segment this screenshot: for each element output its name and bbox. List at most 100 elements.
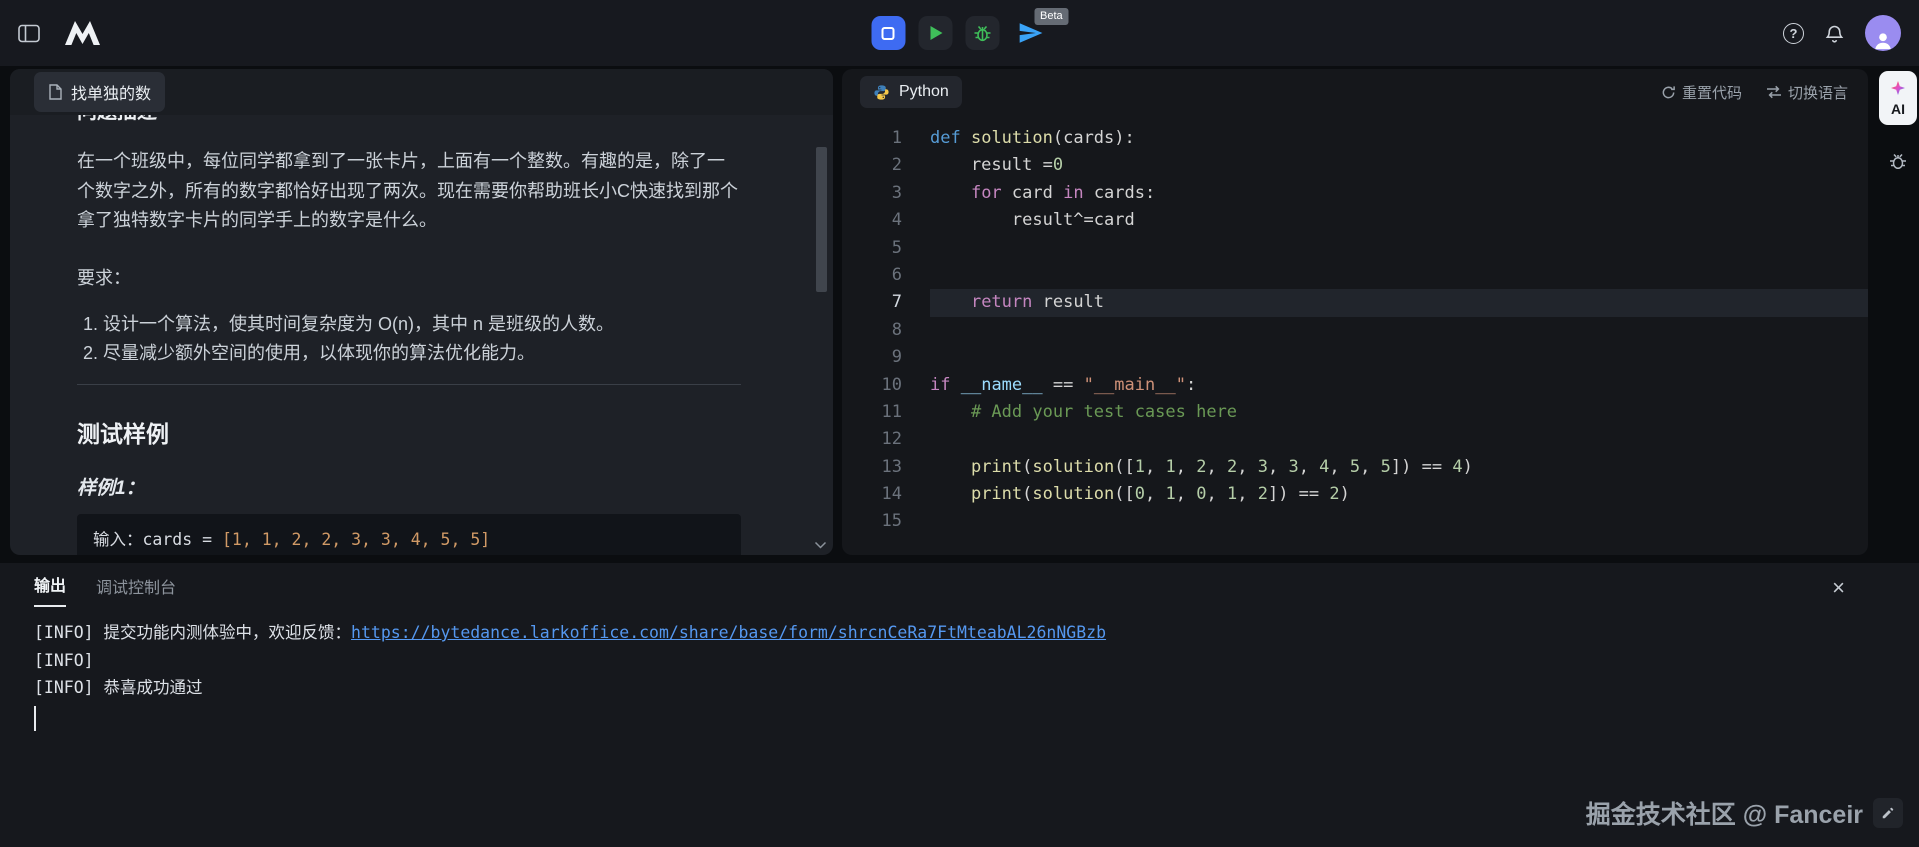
code-text: for card in cards:	[930, 180, 1868, 207]
code-line-12[interactable]: 12	[842, 426, 1868, 453]
document-icon	[48, 84, 62, 100]
text-cursor	[34, 706, 36, 731]
divider	[77, 384, 741, 385]
sample-input-line: 输入：cards = [1, 1, 2, 2, 3, 3, 4, 5, 5]	[93, 526, 725, 553]
sample-output-line: 输出：4	[93, 553, 725, 556]
code-text: return result	[930, 289, 1868, 316]
code-line-4[interactable]: 4 result^=card	[842, 207, 1868, 234]
requirements-list: 设计一个算法，使其时间复杂度为 O(n)，其中 n 是班级的人数。尽量减少额外空…	[77, 310, 741, 368]
code-line-14[interactable]: 14 print(solution([0, 1, 0, 1, 2]) == 2)	[842, 481, 1868, 508]
code-line-9[interactable]: 9	[842, 344, 1868, 371]
code-text	[930, 344, 1868, 371]
problem-content[interactable]: 问题描述 在一个班级中，每位同学都拿到了一张卡片，上面有一个整数。有趣的是，除了…	[10, 115, 833, 555]
help-icon[interactable]: ?	[1783, 23, 1804, 44]
tab-output[interactable]: 输出	[34, 572, 66, 607]
feedback-link[interactable]: https://bytedance.larkoffice.com/share/b…	[351, 623, 1106, 642]
person-icon	[1871, 29, 1895, 51]
notifications-bell-icon[interactable]	[1824, 23, 1845, 44]
problem-panel-header: 找单独的数	[10, 69, 833, 115]
line-number: 9	[842, 344, 902, 371]
line-number: 1	[842, 125, 902, 152]
debug-test-button[interactable]	[965, 16, 999, 50]
run-button[interactable]	[918, 16, 952, 50]
juejin-icon	[1873, 798, 1903, 828]
code-line-15[interactable]: 15	[842, 508, 1868, 535]
debug-tool-icon[interactable]	[1888, 151, 1908, 171]
ai-assistant-button[interactable]: AI	[1879, 71, 1917, 125]
square-icon	[882, 27, 895, 40]
build-button[interactable]	[871, 16, 905, 50]
code-line-8[interactable]: 8	[842, 317, 1868, 344]
code-text: result^=card	[930, 207, 1868, 234]
bug-icon	[972, 23, 992, 43]
close-icon[interactable]: ×	[1832, 577, 1845, 599]
line-number: 10	[842, 372, 902, 399]
marscode-logo[interactable]	[62, 19, 106, 47]
code-text	[930, 317, 1868, 344]
problem-tab-label: 找单独的数	[71, 80, 151, 104]
code-line-6[interactable]: 6	[842, 262, 1868, 289]
line-number: 11	[842, 399, 902, 426]
tab-debug-console[interactable]: 调试控制台	[96, 574, 176, 607]
code-editor-panel: Python 重置代码 切换语言 1def solution(cards):2 …	[842, 69, 1868, 555]
code-line-2[interactable]: 2 result =0	[842, 152, 1868, 179]
watermark-text: 掘金技术社区 @ Fanceir	[1586, 795, 1863, 831]
code-text: print(solution([0, 1, 0, 1, 2]) == 2)	[930, 481, 1868, 508]
code-text: # Add your test cases here	[930, 399, 1868, 426]
console-caret-line	[34, 702, 1919, 740]
line-number: 13	[842, 454, 902, 481]
code-text	[930, 426, 1868, 453]
switch-arrows-icon	[1766, 85, 1782, 99]
samples-heading: 测试样例	[77, 415, 741, 449]
topbar: Beta ?	[0, 0, 1919, 66]
reset-code-label: 重置代码	[1682, 82, 1742, 103]
beta-badge: Beta	[1034, 8, 1069, 25]
play-icon	[931, 26, 943, 40]
avatar[interactable]	[1865, 15, 1901, 51]
code-text	[930, 262, 1868, 289]
line-number: 7	[842, 289, 902, 316]
sample-code-block: 输入：cards = [1, 1, 2, 2, 3, 3, 4, 5, 5] 输…	[77, 514, 741, 556]
watermark: 掘金技术社区 @ Fanceir	[1586, 795, 1903, 831]
scrollbar-thumb[interactable]	[816, 147, 827, 292]
right-toolbar: AI	[1877, 71, 1919, 171]
code-line-1[interactable]: 1def solution(cards):	[842, 125, 1868, 152]
submit-button[interactable]: Beta	[1012, 16, 1048, 50]
line-number: 3	[842, 180, 902, 207]
code-line-7[interactable]: 7 return result	[842, 289, 1868, 316]
language-label: Python	[899, 83, 949, 101]
console-output[interactable]: [INFO] 提交功能内测体验中，欢迎反馈：https://bytedance.…	[0, 607, 1919, 739]
code-line-13[interactable]: 13 print(solution([1, 1, 2, 2, 3, 3, 4, …	[842, 454, 1868, 481]
line-number: 15	[842, 508, 902, 535]
console-tabs: 输出 调试控制台	[0, 563, 1919, 607]
line-number: 14	[842, 481, 902, 508]
line-number: 2	[842, 152, 902, 179]
code-text	[930, 508, 1868, 535]
line-number: 6	[842, 262, 902, 289]
editor-header: Python 重置代码 切换语言	[842, 69, 1868, 115]
line-number: 12	[842, 426, 902, 453]
requirements-label: 要求：	[77, 264, 741, 290]
code-text	[930, 235, 1868, 262]
switch-language-button[interactable]: 切换语言	[1766, 82, 1848, 103]
ai-label: AI	[1891, 101, 1905, 117]
code-line-3[interactable]: 3 for card in cards:	[842, 180, 1868, 207]
console-line: [INFO] 提交功能内测体验中，欢迎反馈：https://bytedance.…	[34, 619, 1919, 647]
sidebar-toggle-icon[interactable]	[18, 24, 40, 43]
language-selector[interactable]: Python	[860, 76, 962, 108]
problem-tab[interactable]: 找单独的数	[34, 72, 165, 112]
line-number: 8	[842, 317, 902, 344]
sample-input-value: [1, 1, 2, 2, 3, 3, 4, 5, 5]	[222, 530, 490, 549]
refresh-icon	[1661, 85, 1676, 100]
requirement-item: 设计一个算法，使其时间复杂度为 O(n)，其中 n 是班级的人数。	[103, 310, 741, 339]
code-line-5[interactable]: 5	[842, 235, 1868, 262]
sample1-label: 样例1：	[77, 473, 741, 500]
problem-description-heading: 问题描述	[77, 115, 741, 125]
code-line-10[interactable]: 10 if __name__ == "__main__":	[842, 372, 1868, 399]
code-area[interactable]: 1def solution(cards):2 result =03 for ca…	[842, 115, 1868, 536]
reset-code-button[interactable]: 重置代码	[1661, 82, 1742, 103]
chevron-down-icon[interactable]	[814, 541, 827, 550]
code-line-11[interactable]: 11 # Add your test cases here	[842, 399, 1868, 426]
line-number: 4	[842, 207, 902, 234]
code-text: if __name__ == "__main__":	[930, 372, 1868, 399]
